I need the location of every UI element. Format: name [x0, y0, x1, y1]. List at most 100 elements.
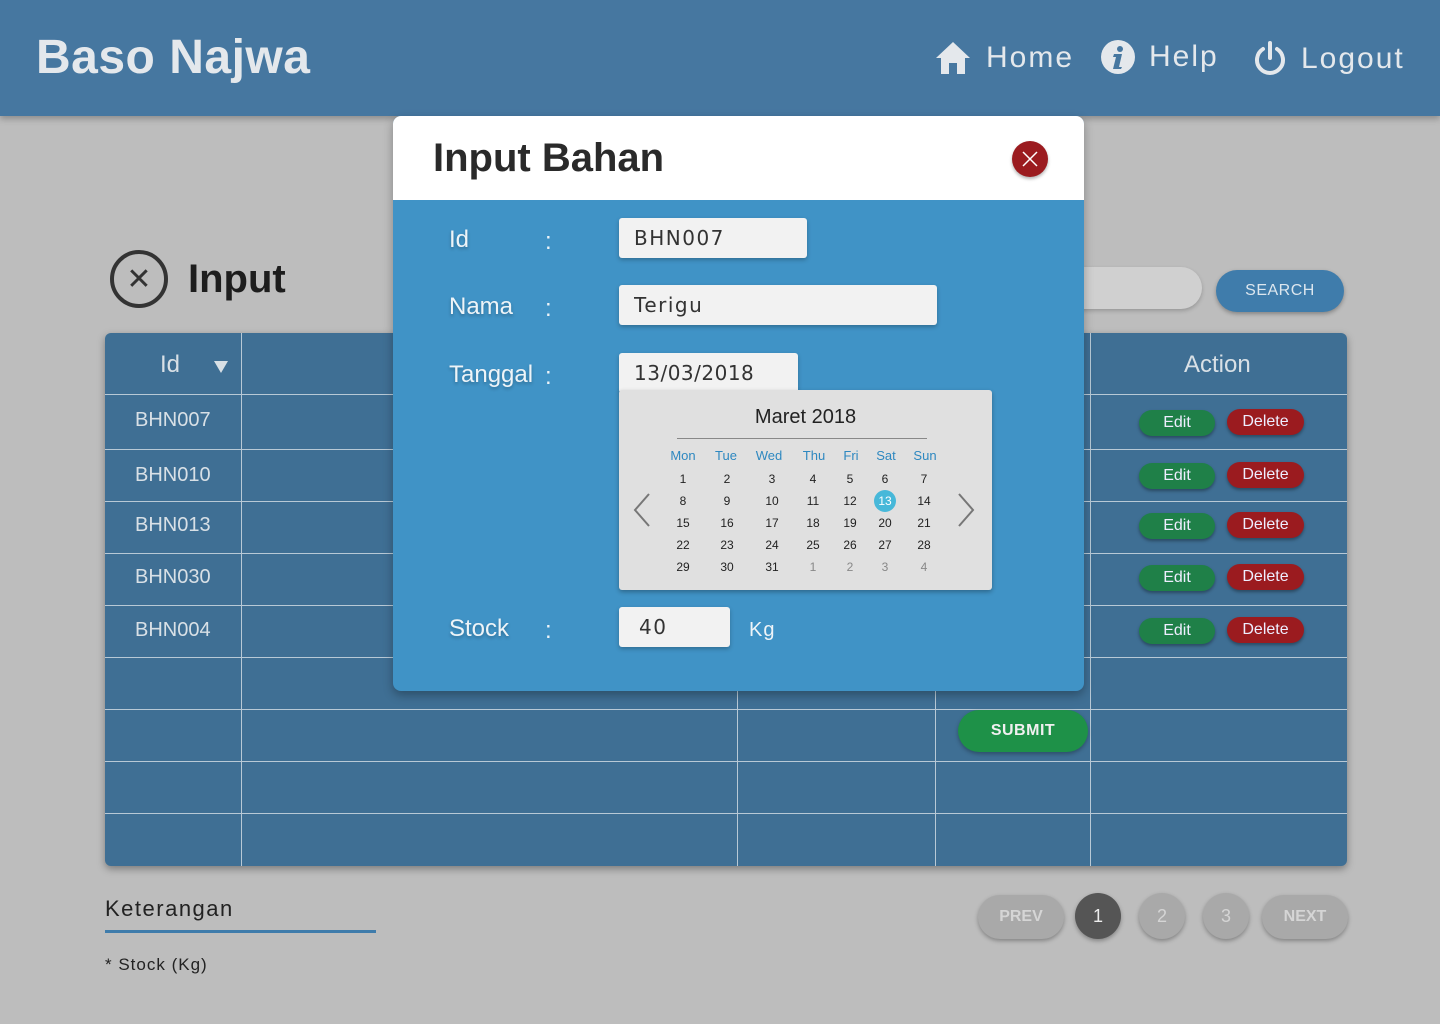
modal-title: Input Bahan: [433, 136, 665, 180]
power-icon: [1255, 41, 1285, 75]
calendar-day[interactable]: 23: [716, 534, 738, 556]
page-title: ✕ Input: [110, 250, 286, 308]
top-header: Baso Najwa Home Help Logout: [0, 0, 1440, 116]
chevron-left-icon[interactable]: [631, 490, 655, 530]
calendar-day[interactable]: 6: [874, 468, 896, 490]
input-bahan-modal: Input Bahan Id : Nama : Tanggal : Maret …: [393, 116, 1084, 691]
calendar-day-next-month[interactable]: 4: [913, 556, 935, 578]
weekday-label: Fri: [843, 448, 859, 463]
calendar-day[interactable]: 28: [913, 534, 935, 556]
page-2-button[interactable]: 2: [1139, 893, 1185, 939]
calendar-day[interactable]: 16: [716, 512, 738, 534]
stock-unit: Kg: [749, 619, 776, 641]
calendar-day[interactable]: 30: [716, 556, 738, 578]
table-divider: [105, 709, 1347, 710]
nav-help[interactable]: Help: [1101, 40, 1219, 74]
close-circle-icon[interactable]: ✕: [110, 250, 168, 308]
column-header-action: Action: [1184, 351, 1251, 378]
tanggal-colon: :: [545, 363, 552, 390]
table-cell-id: BHN030: [135, 566, 211, 588]
modal-close-button[interactable]: [1012, 141, 1048, 177]
nama-label: Nama: [449, 293, 514, 320]
calendar-day-next-month[interactable]: 3: [874, 556, 896, 578]
calendar-day[interactable]: 18: [802, 512, 824, 534]
calendar-day[interactable]: 15: [672, 512, 694, 534]
id-colon: :: [545, 228, 552, 255]
edit-button[interactable]: Edit: [1139, 618, 1215, 644]
tanggal-label: Tanggal: [449, 361, 534, 388]
next-page-button[interactable]: NEXT: [1262, 895, 1348, 939]
sort-down-icon[interactable]: [214, 361, 228, 373]
column-header-id[interactable]: Id: [160, 351, 180, 379]
calendar-day[interactable]: 5: [839, 468, 861, 490]
prev-page-button[interactable]: PREV: [978, 895, 1064, 939]
calendar-day-selected[interactable]: 13: [874, 490, 896, 512]
calendar-day[interactable]: 21: [913, 512, 935, 534]
calendar-day[interactable]: 26: [839, 534, 861, 556]
edit-button[interactable]: Edit: [1139, 410, 1215, 436]
weekday-label: Sun: [913, 448, 937, 463]
calendar-day[interactable]: 8: [672, 490, 694, 512]
table-cell-id: BHN010: [135, 464, 211, 486]
table-divider: [105, 761, 1347, 762]
delete-button[interactable]: Delete: [1227, 617, 1304, 643]
edit-button[interactable]: Edit: [1139, 565, 1215, 591]
delete-button[interactable]: Delete: [1227, 462, 1304, 488]
table-cell-id: BHN013: [135, 514, 211, 536]
table-cell-id: BHN004: [135, 619, 211, 641]
calendar-day[interactable]: 20: [874, 512, 896, 534]
delete-button[interactable]: Delete: [1227, 409, 1304, 435]
table-divider: [241, 333, 242, 866]
calendar-day[interactable]: 27: [874, 534, 896, 556]
id-field[interactable]: [619, 218, 807, 258]
id-label: Id: [449, 226, 470, 253]
nav-logout[interactable]: Logout: [1253, 40, 1405, 78]
calendar-day[interactable]: 2: [716, 468, 738, 490]
stock-colon: :: [545, 617, 552, 644]
nav-home[interactable]: Home: [934, 40, 1074, 76]
page-3-button[interactable]: 3: [1203, 893, 1249, 939]
home-icon: [936, 42, 970, 74]
stock-field[interactable]: [619, 607, 730, 647]
delete-button[interactable]: Delete: [1227, 564, 1304, 590]
calendar-day[interactable]: 11: [802, 490, 824, 512]
tanggal-field[interactable]: [619, 353, 798, 393]
calendar-day[interactable]: 10: [761, 490, 783, 512]
submit-button[interactable]: SUBMIT: [958, 710, 1088, 752]
table-divider: [1090, 333, 1091, 866]
calendar-day[interactable]: 29: [672, 556, 694, 578]
delete-button[interactable]: Delete: [1227, 512, 1304, 538]
nama-field[interactable]: [619, 285, 937, 325]
close-icon: [1022, 151, 1038, 167]
nav-home-label: Home: [986, 41, 1075, 74]
page-1-button[interactable]: 1: [1075, 893, 1121, 939]
calendar-day-next-month[interactable]: 1: [802, 556, 824, 578]
keterangan-title: Keterangan: [105, 896, 234, 921]
calendar-day[interactable]: 12: [839, 490, 861, 512]
keterangan-underline: [105, 930, 376, 933]
edit-button[interactable]: Edit: [1139, 513, 1215, 539]
calendar-day[interactable]: 17: [761, 512, 783, 534]
modal-header: Input Bahan: [393, 116, 1084, 200]
calendar-day[interactable]: 24: [761, 534, 783, 556]
calendar-day[interactable]: 19: [839, 512, 861, 534]
chevron-right-icon[interactable]: [953, 490, 977, 530]
calendar-day-next-month[interactable]: 2: [839, 556, 861, 578]
weekday-label: Thu: [802, 448, 826, 463]
calendar-day[interactable]: 14: [913, 490, 935, 512]
calendar-day[interactable]: 3: [761, 468, 783, 490]
stock-label: Stock: [449, 615, 510, 642]
table-cell-id: BHN007: [135, 409, 211, 431]
calendar-day[interactable]: 7: [913, 468, 935, 490]
calendar-day[interactable]: 31: [761, 556, 783, 578]
calendar-day[interactable]: 25: [802, 534, 824, 556]
nama-colon: :: [545, 295, 552, 322]
calendar-day[interactable]: 1: [672, 468, 694, 490]
search-button[interactable]: SEARCH: [1216, 270, 1344, 312]
brand-logo: Baso Najwa: [36, 31, 311, 84]
edit-button[interactable]: Edit: [1139, 463, 1215, 489]
calendar-day[interactable]: 22: [672, 534, 694, 556]
calendar-day[interactable]: 4: [802, 468, 824, 490]
calendar-day[interactable]: 9: [716, 490, 738, 512]
nav-logout-label: Logout: [1301, 42, 1405, 75]
